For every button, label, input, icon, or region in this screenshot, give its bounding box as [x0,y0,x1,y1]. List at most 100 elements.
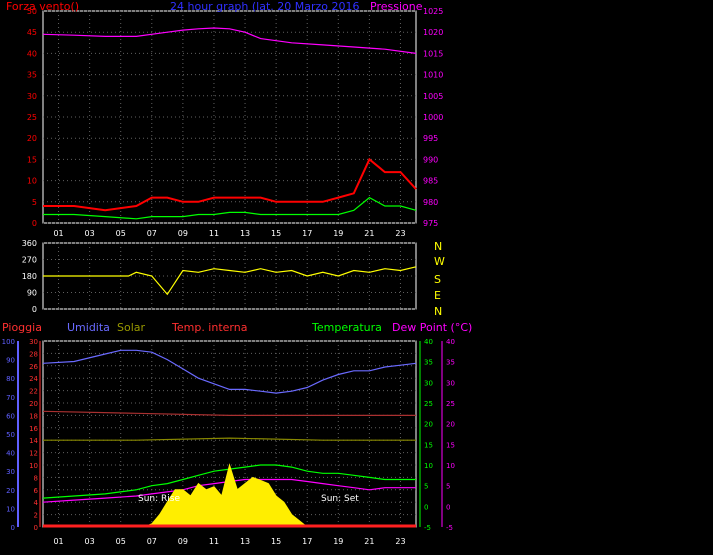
tick-label: 10 [29,462,38,470]
tick-label: 1000 [423,113,443,122]
tick-label: 19 [333,537,343,546]
tick-label: 1005 [423,92,443,101]
tick-label: 1015 [423,49,443,58]
tick-label: 07 [147,537,157,546]
tick-label: 20 [424,421,433,429]
tick-label: 360 [22,239,37,248]
compass-label: S [434,273,441,286]
tick-label: 18 [29,412,38,420]
tick-label: 40 [6,450,15,458]
tick-label: -5 [424,524,431,532]
tick-label: 5 [446,483,450,491]
tick-label: 03 [85,229,95,238]
tick-label: 180 [22,272,37,281]
tick-label: 23 [395,537,405,546]
tick-label: 0 [424,503,428,511]
compass-label: W [434,255,445,268]
tick-label: 07 [147,229,157,238]
tick-label: 03 [85,537,95,546]
panel1-left-title: Forza vento() [6,0,79,13]
tick-label: 40 [446,338,455,346]
tick-label: 21 [364,537,374,546]
tick-label: 30 [446,379,455,387]
tick-label: 09 [178,537,188,546]
tick-label: 20 [27,134,37,143]
tick-label: 100 [2,338,15,346]
tick-label: 30 [29,338,38,346]
tick-label: 11 [209,229,219,238]
tick-label: 975 [423,219,438,228]
tick-label: 1010 [423,71,443,80]
tick-label: 30 [6,468,15,476]
tick-label: 25 [446,400,455,408]
tick-label: 22 [29,388,38,396]
tick-label: 90 [6,357,15,365]
tick-label: 45 [27,28,37,37]
tick-label: 5 [32,198,37,207]
tick-label: 26 [29,363,38,371]
tick-label: 985 [423,177,438,186]
tick-label: 15 [271,537,281,546]
tick-label: 980 [423,198,438,207]
tick-label: 15 [271,229,281,238]
tick-label: 4 [34,499,39,507]
tick-label: 16 [29,425,38,433]
tick-label: 8 [34,474,38,482]
tick-label: 90 [27,289,37,298]
tick-label: 15 [424,441,433,449]
tick-label: 17 [302,229,312,238]
tick-label: 0 [11,524,15,532]
tick-label: 6 [34,487,39,495]
tick-label: 13 [240,229,250,238]
tick-label: 10 [27,177,37,186]
tick-label: 30 [27,92,37,101]
tick-label: 24 [29,375,38,383]
tick-label: 10 [424,462,433,470]
tick-label: 01 [53,229,63,238]
tick-label: 05 [116,229,126,238]
panel1-center-title: 24 hour graph (lat. 20 Marzo 2016 [170,0,360,13]
tick-label: 13 [240,537,250,546]
tick-label: 995 [423,134,438,143]
compass-label: N [434,305,442,318]
weather-graph-window: 0 5 10 15 20 25 30 35 40 45 50 975 980 985 990 995 1000 1… [0,0,713,555]
tick-label: 80 [6,375,15,383]
tick-label: 1020 [423,28,443,37]
label-pioggia: Pioggia [2,321,42,334]
tick-label: 35 [424,359,433,367]
tick-label: 10 [6,505,15,513]
tick-label: 15 [27,155,37,164]
tick-label: 270 [22,256,37,265]
tick-label: 35 [446,359,455,367]
tick-label: 70 [6,394,15,402]
tick-label: 35 [27,71,37,80]
label-temp-interna: Temp. interna [171,321,247,334]
tick-label: 40 [424,338,433,346]
tick-label: 990 [423,155,438,164]
tick-label: 0 [32,305,37,314]
tick-label: 2 [34,512,38,520]
compass-label: N [434,240,442,253]
label-umidita: Umidita [67,321,110,334]
label-temperatura: Temperatura [311,321,382,334]
tick-label: 0 [32,219,37,228]
tick-label: 20 [6,487,15,495]
tick-label: 12 [29,450,38,458]
label-solar: Solar [117,321,146,334]
tick-label: 5 [424,483,428,491]
tick-label: 25 [424,400,433,408]
tick-label: 19 [333,229,343,238]
tick-label: 28 [29,350,38,358]
tick-label: 01 [53,537,63,546]
sun-set-label: Sun: Set [321,494,359,504]
tick-label: -5 [446,524,453,532]
tick-label: 1025 [423,7,443,16]
tick-label: 50 [6,431,15,439]
tick-label: 09 [178,229,188,238]
tick-label: 20 [446,421,455,429]
tick-label: 0 [34,524,38,532]
tick-label: 11 [209,537,219,546]
tick-label: 21 [364,229,374,238]
tick-label: 20 [29,400,38,408]
tick-label: 60 [6,412,15,420]
